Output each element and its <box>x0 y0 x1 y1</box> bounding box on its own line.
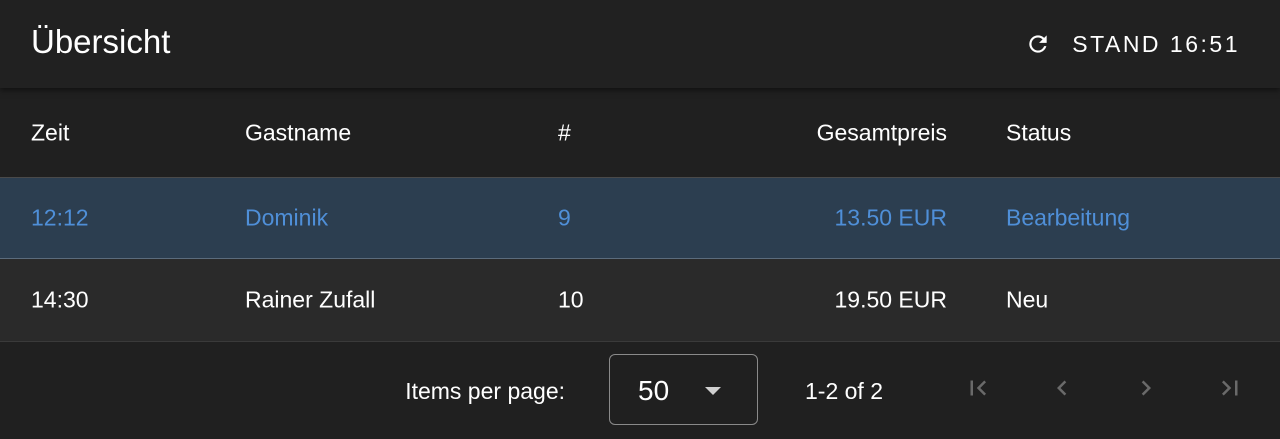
paginator: Items per page: 50 1-2 of 2 <box>0 342 1280 439</box>
last-page-button[interactable] <box>1212 372 1248 408</box>
column-header-zeit[interactable]: Zeit <box>31 119 69 146</box>
cell-gesamtpreis: 13.50 EUR <box>834 204 947 231</box>
refresh-button[interactable]: STAND 16:51 <box>1024 24 1240 64</box>
next-page-icon <box>1131 373 1161 408</box>
previous-page-icon <box>1047 373 1077 408</box>
first-page-button[interactable] <box>960 372 996 408</box>
cell-gastname: Rainer Zufall <box>245 286 376 313</box>
range-label: 1-2 of 2 <box>805 378 883 404</box>
cell-zeit: 12:12 <box>31 204 89 231</box>
cell-status: Neu <box>1006 286 1049 313</box>
page-title: Übersicht <box>31 23 171 60</box>
next-page-button[interactable] <box>1128 372 1164 408</box>
refresh-label: STAND 16:51 <box>1072 30 1240 57</box>
column-header-gastname[interactable]: Gastname <box>245 119 351 146</box>
column-header-gesamtpreis[interactable]: Gesamtpreis <box>817 119 947 146</box>
orders-table: Zeit Gastname # Gesamtpreis Status 12:12… <box>0 88 1280 342</box>
previous-page-button[interactable] <box>1044 372 1080 408</box>
cell-gastname: Dominik <box>245 204 329 231</box>
page-size-select[interactable]: 50 <box>609 354 758 425</box>
cell-status: Bearbeitung <box>1006 204 1131 231</box>
dropdown-arrow-icon <box>705 387 721 395</box>
cell-anzahl: 10 <box>558 286 584 313</box>
table-row[interactable]: 12:12 Dominik 9 13.50 EUR Bearbeitung <box>0 178 1280 259</box>
table-header-row: Zeit Gastname # Gesamtpreis Status <box>0 88 1280 178</box>
last-page-icon <box>1215 373 1245 408</box>
table-row[interactable]: 14:30 Rainer Zufall 10 19.50 EUR Neu <box>0 259 1280 342</box>
first-page-icon <box>963 373 993 408</box>
app-root: Übersicht STAND 16:51 Zeit Gastname # Ge… <box>0 0 1280 439</box>
cell-zeit: 14:30 <box>31 286 89 313</box>
cell-gesamtpreis: 19.50 EUR <box>834 286 947 313</box>
column-header-status[interactable]: Status <box>1006 119 1071 146</box>
column-header-anzahl[interactable]: # <box>558 119 571 146</box>
toolbar: Übersicht STAND 16:51 <box>0 0 1280 88</box>
page-size-value: 50 <box>638 375 670 406</box>
refresh-icon <box>1024 30 1052 58</box>
cell-anzahl: 9 <box>558 204 571 231</box>
items-per-page-label: Items per page: <box>405 378 565 404</box>
